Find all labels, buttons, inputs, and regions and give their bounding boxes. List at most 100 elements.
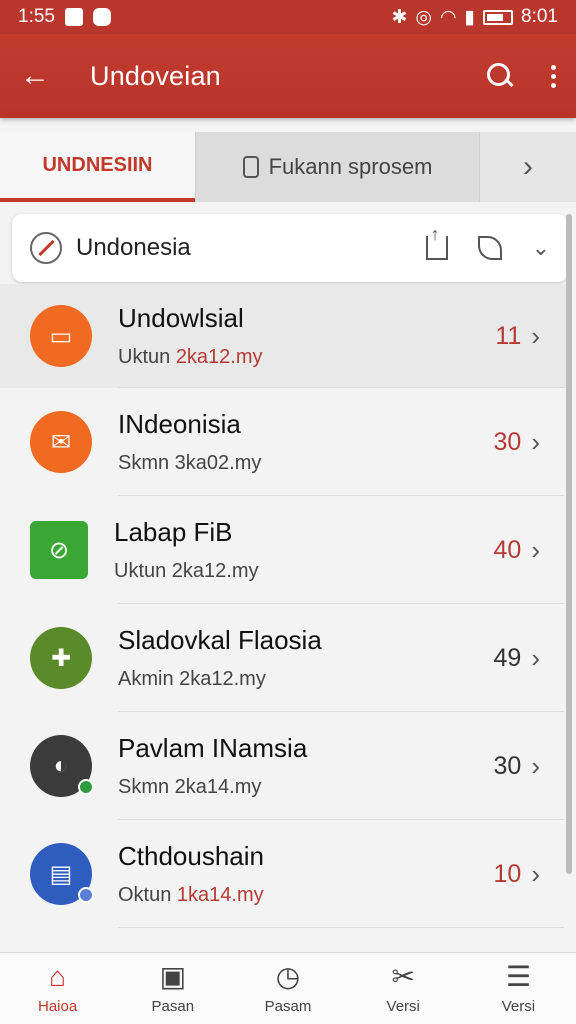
list-item[interactable]: ▭ Undowlsial Uktun 2ka12.my 11 › [0, 284, 570, 388]
status-bar: 1:55 ✱ ◎ ◠ ▮ 8:01 [0, 0, 576, 34]
item-subtitle: Uktun 2ka12.my [114, 560, 494, 583]
item-count: 40 › [494, 535, 540, 566]
tab-fukann-sprosem[interactable]: Fukann sprosem [195, 132, 480, 202]
chevron-right-icon: › [531, 858, 540, 889]
item-name: Undowlsial [118, 303, 244, 333]
chevron-right-icon: › [523, 150, 533, 183]
item-name: Sladovkal Flaosia [118, 625, 322, 655]
bluetooth-icon: ✱ [391, 6, 408, 28]
status-badge [78, 887, 94, 903]
list-item[interactable]: ✉ INdeonisia Skmn 3ka02.my 30 › [0, 388, 570, 496]
compass-icon [30, 232, 62, 264]
list-item[interactable]: ⊘ Labap FiB Uktun 2ka12.my 40 › [0, 496, 570, 604]
subtitle-text: Akmin 2ka12.my [118, 668, 266, 690]
count-value: 30 [493, 427, 522, 456]
count-value: 11 [495, 321, 522, 350]
item-name: Pavlam INamsia [118, 733, 308, 763]
search-icon[interactable] [487, 63, 513, 89]
app-notification-icon [92, 8, 111, 26]
share-icon[interactable] [425, 224, 448, 260]
nav-label: Haioa [38, 998, 78, 1015]
nav-item-scissors[interactable]: ✂ Versi [346, 953, 461, 1024]
wifi-icon: ◠ [439, 6, 457, 28]
calendar-icon: ▣ [159, 961, 187, 992]
scissors-icon: ✂ [391, 961, 415, 992]
notification-icon [64, 8, 83, 26]
item-count: 11 › [495, 321, 540, 352]
count-value: 30 [493, 751, 522, 780]
avatar-glyph: ◐ [53, 752, 69, 779]
photo-avatar: ◐ [30, 735, 94, 797]
count-value: 40 [493, 535, 522, 564]
alarm-icon: ◎ [415, 6, 432, 28]
back-arrow-icon[interactable]: ← [20, 59, 64, 93]
online-badge [78, 779, 94, 795]
nav-label: Pasan [151, 998, 195, 1015]
avatar-glyph: ▭ [49, 322, 73, 350]
item-subtitle: Akmin 2ka12.my [118, 668, 494, 691]
nav-label: Pasam [264, 998, 312, 1015]
item-subtitle: Skmn 2ka14.my [118, 776, 494, 799]
tab-undnesiin[interactable]: UNDNESIIN [0, 132, 195, 202]
subtitle-text: Uktun [118, 346, 176, 368]
item-subtitle: Oktun 1ka14.my [118, 884, 494, 907]
item-count: 30 › [494, 751, 540, 782]
nav-label: Versi [501, 998, 536, 1015]
bottom-navigation: ⌂ Haioa ▣ Pasan ◷ Pasam ✂ Versi ☰ Versi [0, 952, 576, 1024]
item-name: Labap FiB [114, 517, 233, 547]
chevron-right-icon: › [531, 320, 540, 351]
tab-label: Fukann sprosem [268, 154, 433, 179]
tab-bar: UNDNESIIN Fukann sprosem › [0, 132, 576, 202]
page-title: Undoveian [90, 60, 221, 91]
nav-label: Versi [386, 998, 420, 1015]
block-icon: ⊘ [30, 521, 88, 579]
leaf-icon[interactable] [477, 236, 502, 260]
nav-item-calendar[interactable]: ▣ Pasan [115, 953, 230, 1024]
nav-item-home[interactable]: ⌂ Haioa [0, 953, 115, 1024]
plant-icon: ✚ [30, 627, 92, 689]
nav-item-clock[interactable]: ◷ Pasam [230, 953, 345, 1024]
subtitle-text: Oktun [118, 884, 177, 906]
avatar-glyph: ⊘ [48, 536, 70, 564]
home-icon: ⌂ [49, 961, 67, 992]
more-options-icon[interactable] [551, 64, 556, 88]
chevron-right-icon: › [531, 750, 540, 781]
list-item[interactable]: ◐ Pavlam INamsia Skmn 2ka14.my 30 › [0, 712, 570, 820]
list-item[interactable]: ✚ Sladovkal Flaosia Akmin 2ka12.my 49 › [0, 604, 570, 712]
section-title: Undonesia [76, 234, 191, 261]
avatar-glyph: ✚ [50, 644, 72, 672]
item-subtitle: Skmn 3ka02.my [118, 452, 494, 475]
chevron-down-icon[interactable]: ⌄ [532, 235, 550, 261]
subtitle-text: Uktun 2ka12.my [114, 560, 259, 582]
subtitle-highlight: 2ka12.my [175, 346, 263, 368]
item-name: Cthdoushain [118, 841, 264, 871]
mail-icon: ✉ [30, 411, 92, 473]
card-icon: ▭ [30, 305, 92, 367]
status-time: 1:55 [18, 6, 55, 27]
item-name: INdeonisia [118, 409, 241, 439]
tab-scroll-right[interactable]: › [480, 132, 576, 202]
item-count: 30 › [494, 427, 540, 458]
battery-icon [483, 9, 514, 25]
subtitle-highlight: 1ka14.my [176, 884, 264, 906]
item-subtitle: Uktun 2ka12.my [118, 346, 495, 369]
chevron-right-icon: › [531, 426, 540, 457]
doc-icon: ▤ [30, 843, 94, 905]
section-header-card[interactable]: Undonesia ⌄ [12, 214, 568, 282]
avatar-glyph: ✉ [50, 428, 72, 456]
clock-icon: ◷ [275, 961, 301, 992]
nav-item-menu[interactable]: ☰ Versi [461, 953, 576, 1024]
list-item[interactable]: ▤ Cthdoushain Oktun 1ka14.my 10 › [0, 820, 570, 928]
chevron-right-icon: › [531, 642, 540, 673]
document-icon [242, 156, 259, 178]
chevron-right-icon: › [531, 534, 540, 565]
app-bar: ← Undoveian [0, 34, 576, 118]
avatar-glyph: ▤ [49, 860, 73, 888]
item-count: 10 › [494, 859, 540, 890]
scrollbar[interactable] [566, 214, 572, 874]
menu-icon: ☰ [505, 961, 531, 992]
tab-label: UNDNESIIN [42, 153, 153, 176]
count-value: 49 [493, 643, 522, 672]
item-count: 49 › [494, 643, 540, 674]
status-clock: 8:01 [521, 6, 558, 27]
